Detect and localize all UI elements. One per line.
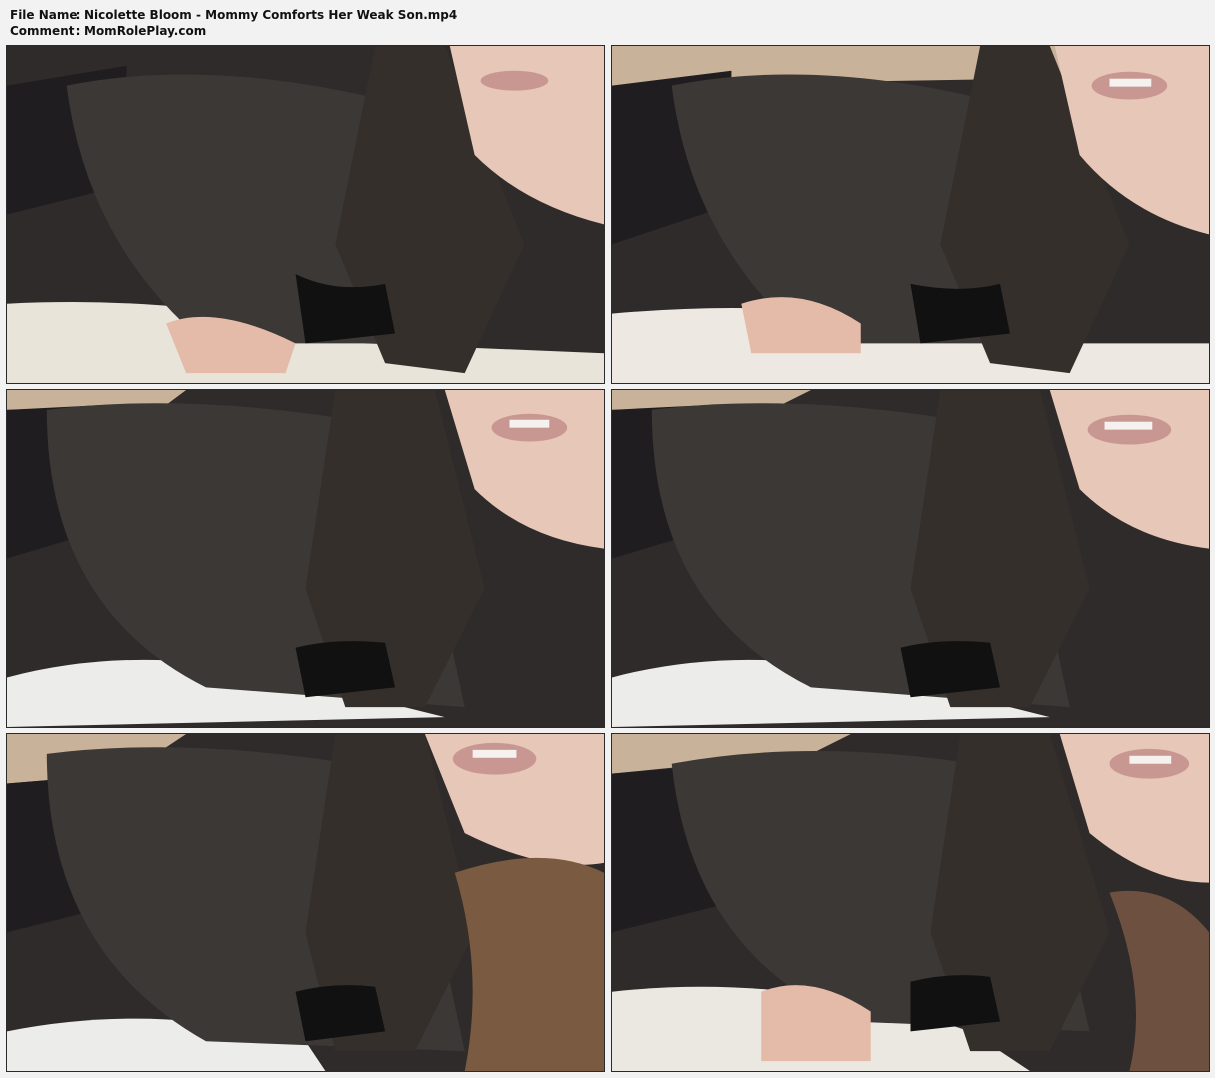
video-thumbnail-3 xyxy=(6,389,605,728)
video-thumbnail-1 xyxy=(6,45,605,384)
video-thumbnail-2 xyxy=(611,45,1210,384)
comment-value: MomRolePlay.com xyxy=(84,24,207,38)
file-name-value: Nicolette Bloom - Mommy Comforts Her Wea… xyxy=(84,8,458,22)
file-name-row: File Name: Nicolette Bloom - Mommy Comfor… xyxy=(10,7,457,23)
comment-row: Comment: MomRolePlay.com xyxy=(10,23,457,39)
comment-separator: : xyxy=(75,24,81,38)
video-thumbnail-4 xyxy=(611,389,1210,728)
thumbnail-grid xyxy=(6,45,1210,1072)
comment-label: Comment xyxy=(10,24,75,38)
video-thumbnail-5 xyxy=(6,733,605,1072)
file-info-header: File Name: Nicolette Bloom - Mommy Comfor… xyxy=(10,7,457,39)
file-name-separator: : xyxy=(75,8,81,22)
video-thumbnail-6 xyxy=(611,733,1210,1072)
file-name-label: File Name xyxy=(10,8,78,22)
